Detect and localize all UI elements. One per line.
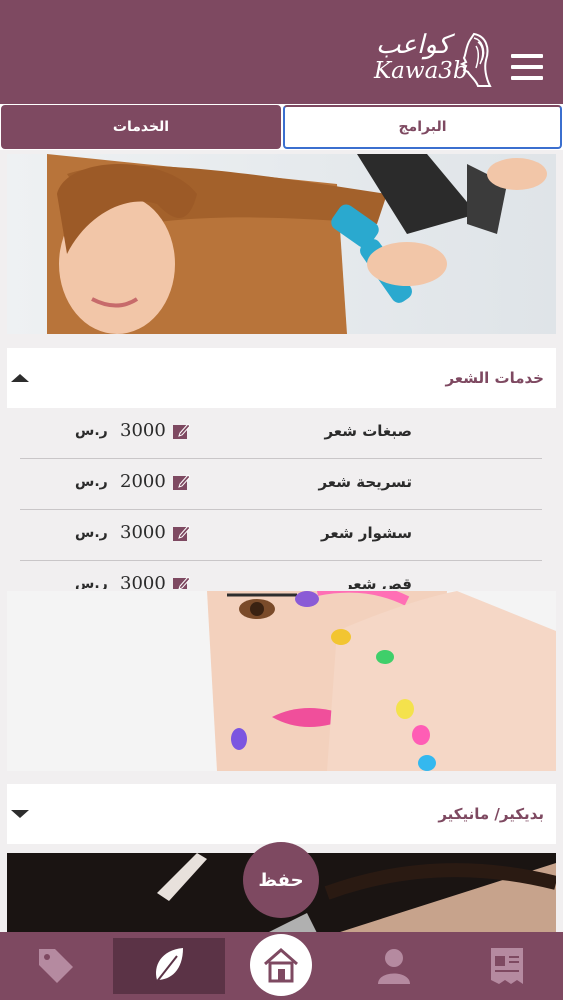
hamburger-menu-icon[interactable]	[511, 54, 543, 80]
service-price: 3000	[120, 420, 166, 441]
section-header-hair-services[interactable]: خدمات الشعر	[7, 348, 556, 408]
tab-services[interactable]: الخدمات	[1, 105, 281, 149]
service-row: صبغات شعر ر.س 3000	[20, 408, 542, 459]
edit-icon[interactable]	[172, 524, 190, 542]
logo-arabic-text: كواعب	[376, 30, 451, 60]
collapse-arrow-icon[interactable]	[11, 374, 29, 382]
nav-offers[interactable]	[0, 938, 112, 994]
receipt-icon	[491, 948, 523, 984]
nav-home[interactable]	[250, 934, 312, 996]
hair-services-list: صبغات شعر ر.س 3000 تسريحة شعر ر.س 2000 س…	[20, 408, 542, 589]
service-name: صبغات شعر	[324, 422, 412, 440]
service-price: 3000	[120, 522, 166, 543]
section-title: بديكير/ مانيكير	[438, 805, 544, 823]
service-price: 3000	[120, 573, 166, 589]
home-icon	[264, 948, 298, 983]
service-name: سشوار شعر	[321, 524, 412, 542]
service-row: سشوار شعر ر.س 3000	[20, 510, 542, 561]
expand-arrow-icon[interactable]	[11, 810, 29, 818]
user-icon	[378, 949, 410, 984]
nav-profile[interactable]	[338, 938, 450, 994]
edit-icon[interactable]	[172, 473, 190, 491]
hair-services-banner-image	[7, 154, 556, 334]
app-logo: كواعب Kawa3b	[370, 28, 495, 94]
section-header-pedicure-manicure[interactable]: بديكير/ مانيكير	[7, 784, 556, 844]
leaf-icon	[154, 948, 183, 985]
app-header: كواعب Kawa3b	[0, 0, 563, 104]
bottom-navigation	[0, 932, 563, 1000]
service-name: تسريحة شعر	[318, 473, 412, 491]
service-row: تسريحة شعر ر.س 2000	[20, 459, 542, 510]
service-price: 2000	[120, 471, 166, 492]
tab-programs[interactable]: البرامج	[283, 105, 562, 149]
service-currency: ر.س	[75, 576, 108, 589]
service-row: قص شعر ر.س 3000	[20, 561, 542, 589]
edit-icon[interactable]	[172, 422, 190, 440]
edit-icon[interactable]	[172, 575, 190, 589]
service-currency: ر.س	[75, 525, 108, 541]
nav-invoices[interactable]	[451, 938, 563, 994]
woman-profile-logo-icon	[459, 32, 492, 87]
nav-services[interactable]	[113, 938, 225, 994]
manicure-banner-image	[7, 591, 556, 771]
tag-icon	[39, 949, 73, 983]
service-currency: ر.س	[75, 474, 108, 490]
logo-latin-text: Kawa3b	[374, 58, 468, 84]
service-currency: ر.س	[75, 423, 108, 439]
service-name: قص شعر	[343, 575, 412, 589]
tab-bar: الخدمات البرامج	[0, 104, 563, 150]
section-title: خدمات الشعر	[445, 369, 544, 387]
save-button[interactable]: حفظ	[243, 842, 319, 918]
